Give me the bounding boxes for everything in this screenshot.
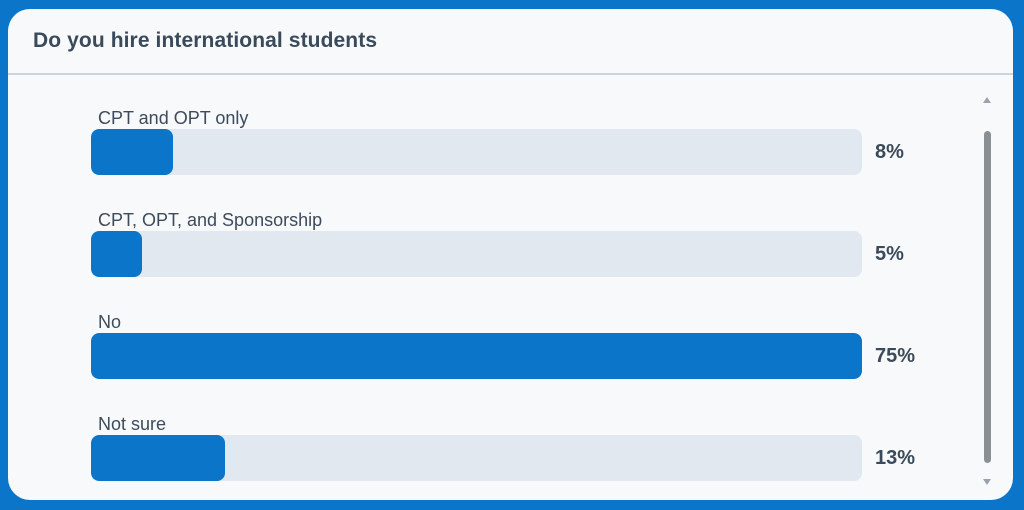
poll-option: CPT and OPT only 8%	[91, 108, 951, 188]
scrollbar[interactable]	[980, 95, 994, 487]
poll-option: CPT, OPT, and Sponsorship 5%	[91, 210, 951, 290]
scroll-up-arrow-icon[interactable]	[983, 97, 991, 103]
bar-track	[91, 333, 862, 379]
option-percent: 75%	[875, 345, 916, 367]
option-percent: 5%	[875, 243, 904, 265]
bar-track	[91, 129, 862, 175]
bar-track	[91, 231, 862, 277]
option-percent: 13%	[875, 447, 916, 469]
poll-header: Do you hire international students	[8, 9, 1013, 75]
bar-fill	[91, 129, 174, 175]
bar-fill	[91, 333, 862, 379]
poll-option: No 75%	[91, 312, 951, 392]
option-label: CPT, OPT, and Sponsorship	[98, 210, 323, 230]
option-label: CPT and OPT only	[98, 108, 249, 128]
poll-title: Do you hire international students	[33, 29, 378, 52]
scrollbar-thumb[interactable]	[984, 131, 991, 463]
option-label: Not sure	[98, 414, 167, 434]
option-percent: 8%	[875, 141, 904, 163]
option-label: No	[98, 312, 122, 332]
poll-results: CPT and OPT only 8% CPT, OPT, and Sponso…	[8, 75, 1013, 500]
poll-card: Do you hire international students CPT a…	[8, 9, 1013, 500]
scroll-down-arrow-icon[interactable]	[983, 479, 991, 485]
bar-track	[91, 435, 862, 481]
poll-option: Not sure 13%	[91, 414, 951, 494]
bar-fill	[91, 231, 143, 277]
bar-fill	[91, 435, 225, 481]
